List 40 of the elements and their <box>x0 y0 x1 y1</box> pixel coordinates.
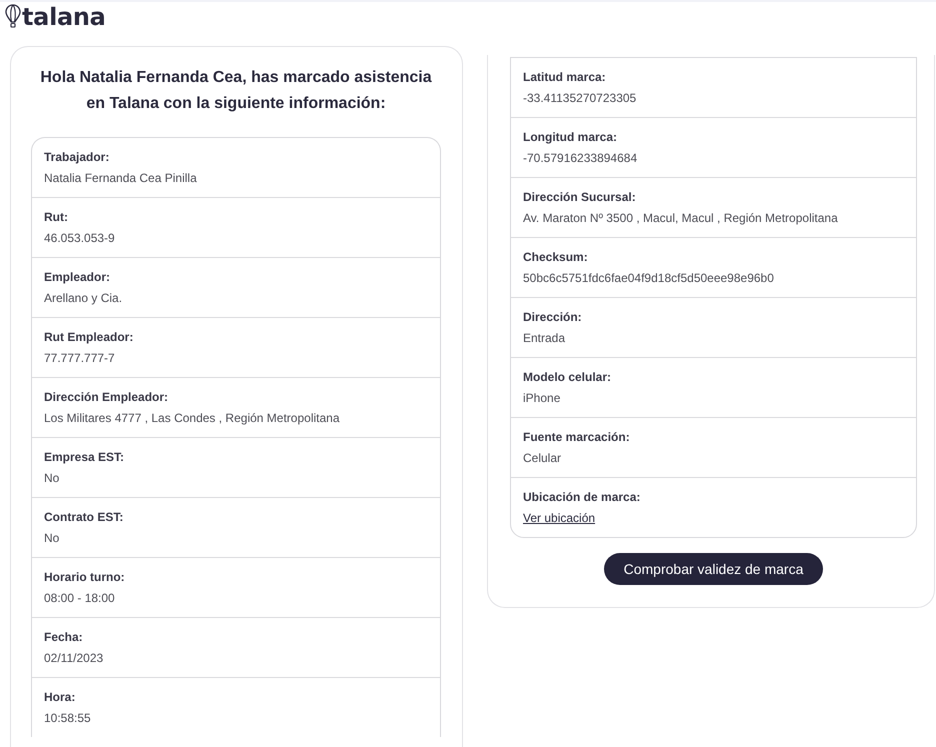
field-label: Hora: <box>44 689 76 706</box>
field-label: Modelo celular: <box>523 369 612 386</box>
field-value: Celular <box>523 450 562 467</box>
field-label: Horario turno: <box>44 569 125 586</box>
greeting-heading: Hola Natalia Fernanda Cea, has marcado asistencia en Talana con la siguiente información: <box>39 68 433 114</box>
field-value: -33.41135270723305 <box>523 90 636 107</box>
field-value: 10:58:55 <box>44 710 91 727</box>
field-value: 46.053.053-9 <box>44 230 115 247</box>
field-label: Empleador: <box>44 269 110 286</box>
field-label: Fecha: <box>44 629 83 646</box>
field-label: Checksum: <box>523 249 588 266</box>
field-label: Latitud marca: <box>523 69 606 86</box>
field-label: Longitud marca: <box>523 129 618 146</box>
field-label: Dirección Sucursal: <box>523 189 636 206</box>
logo-wordmark: talana <box>22 4 106 30</box>
field-value: Entrada <box>523 330 566 347</box>
field-value: No <box>44 530 60 547</box>
field-label: Rut: <box>44 209 68 226</box>
balloon-icon <box>5 4 21 28</box>
field-label: Fuente marcación: <box>523 429 630 446</box>
field-label: Contrato EST: <box>44 509 124 526</box>
field-value: 77.777.777-7 <box>44 350 115 367</box>
field-value: No <box>44 470 60 487</box>
field-value: Los Militares 4777 , Las Condes , Región Metropolitana <box>44 410 340 427</box>
field-value: 02/11/2023 <box>44 650 104 667</box>
verify-button[interactable]: Comprobar validez de marca <box>604 553 824 585</box>
field-value: -70.57916233894684 <box>523 150 638 167</box>
location-link[interactable]: Ver ubicación <box>523 509 596 527</box>
field-value: 50bc6c5751fdc6fae04f9d18cf5d50eee98e96b0 <box>523 270 774 287</box>
field-value: Arellano y Cia. <box>44 290 122 307</box>
field-value: 08:00 - 18:00 <box>44 590 115 607</box>
field-value: Natalia Fernanda Cea Pinilla <box>44 170 197 187</box>
field-label: Dirección: <box>523 309 582 326</box>
field-value: iPhone <box>523 390 560 407</box>
field-label: Rut Empleador: <box>44 329 134 346</box>
field-label: Dirección Empleador: <box>44 389 168 406</box>
field-label: Empresa EST: <box>44 449 124 466</box>
field-label: Trabajador: <box>44 149 110 166</box>
field-label: Ubicación de marca: <box>523 489 640 506</box>
field-value: Av. Maraton Nº 3500 , Macul, Macul , Región Metropolitana <box>523 210 838 227</box>
